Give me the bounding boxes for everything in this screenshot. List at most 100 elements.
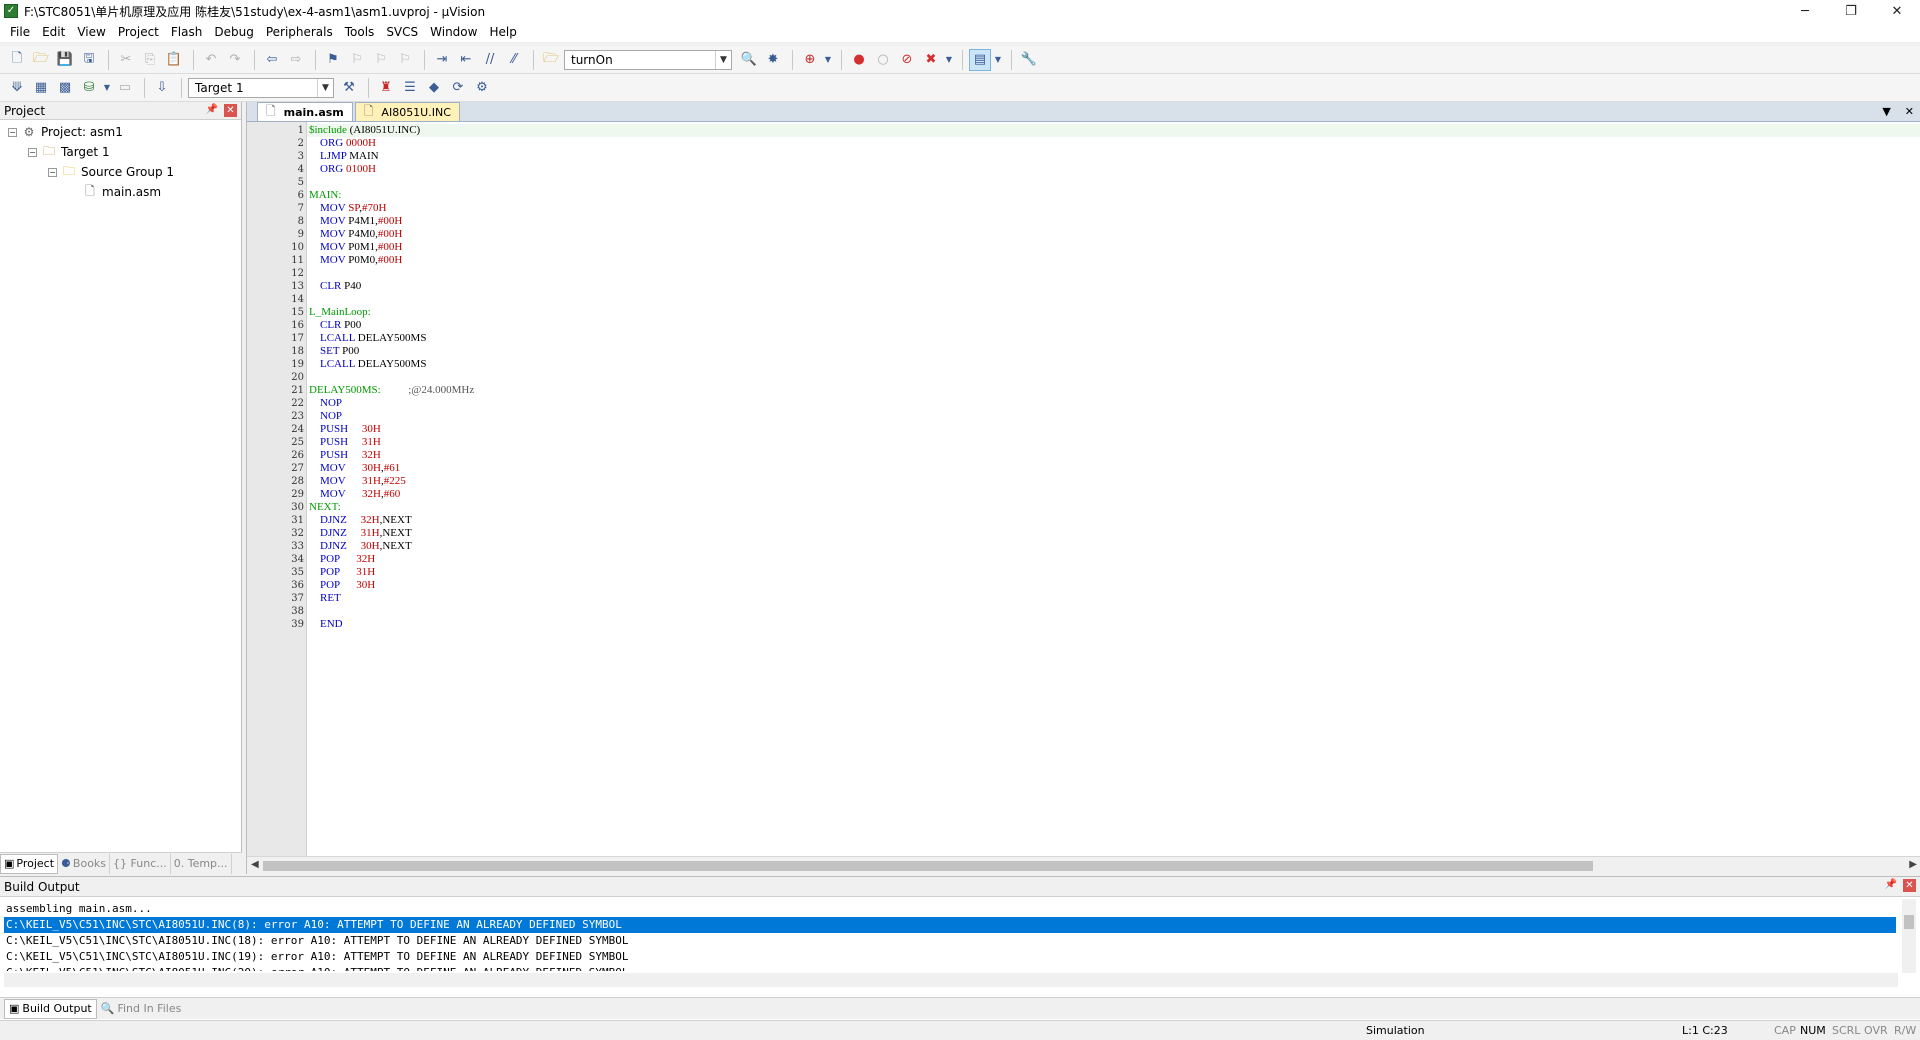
breakpoint-kill-all-icon[interactable]: ✖ <box>920 49 942 71</box>
find-in-files-icon[interactable]: 🔍 <box>738 49 760 71</box>
download-icon[interactable]: ⇩ <box>151 77 173 99</box>
pin-icon[interactable]: 📌 <box>206 104 218 117</box>
pin-icon[interactable]: 📌 <box>1885 879 1897 892</box>
copy-icon[interactable]: ⎘ <box>139 49 161 71</box>
code-line[interactable]: CLR P00 <box>307 319 1920 332</box>
tab-functions[interactable]: {} Func... <box>110 853 171 874</box>
save-icon[interactable]: 💾 <box>54 49 76 71</box>
code-line[interactable]: MOV P4M1,#00H <box>307 215 1920 228</box>
scrollbar-thumb[interactable] <box>263 861 1593 871</box>
code-line[interactable]: CLR P40 <box>307 280 1920 293</box>
find-combo[interactable]: turnOn ▼ <box>564 49 732 70</box>
code-line[interactable]: POP 32H <box>307 553 1920 566</box>
bookmark-clear-icon[interactable]: ⚐ <box>394 49 416 71</box>
code-line[interactable]: MAIN: <box>307 189 1920 202</box>
tree-node-target[interactable]: − 🗀 Target 1 <box>0 142 241 162</box>
menu-file[interactable]: File <box>4 25 36 39</box>
build-output-line[interactable]: C:\KEIL_V5\C51\INC\STC\AI8051U.INC(18): … <box>4 933 1896 949</box>
new-file-icon[interactable]: 🗋 <box>6 49 28 71</box>
build-output-line[interactable]: C:\KEIL_V5\C51\INC\STC\AI8051U.INC(8): e… <box>4 917 1896 933</box>
menu-edit[interactable]: Edit <box>36 25 71 39</box>
comment-icon[interactable]: // <box>479 49 501 71</box>
bookmark-next-icon[interactable]: ⚐ <box>370 49 392 71</box>
rebuild-icon[interactable]: ▩ <box>54 77 76 99</box>
save-all-icon[interactable]: 🖫 <box>78 49 100 71</box>
paste-icon[interactable]: 📋 <box>163 49 185 71</box>
code-line[interactable]: NOP <box>307 397 1920 410</box>
close-editor-icon[interactable]: ✕ <box>1905 105 1914 118</box>
indent-icon[interactable]: ⇥ <box>431 49 453 71</box>
code-line[interactable]: LJMP MAIN <box>307 150 1920 163</box>
unindent-icon[interactable]: ⇤ <box>455 49 477 71</box>
chevron-down-icon[interactable]: ▼ <box>317 78 333 97</box>
scrollbar-thumb[interactable] <box>1904 915 1914 929</box>
tab-templates[interactable]: 0. Temp... <box>171 853 232 874</box>
build-output-vertical-scrollbar[interactable] <box>1902 899 1916 973</box>
editor-horizontal-scrollbar[interactable]: ◀ ▶ <box>247 856 1920 874</box>
code-line[interactable] <box>307 605 1920 618</box>
stop-build-icon[interactable]: ▭ <box>114 77 136 99</box>
tab-build-output[interactable]: ▣ Build Output <box>4 998 97 1019</box>
minimize-button[interactable]: ─ <box>1782 0 1828 22</box>
code-line[interactable]: MOV P4M0,#00H <box>307 228 1920 241</box>
close-icon[interactable]: ✕ <box>1903 879 1916 892</box>
menu-debug[interactable]: Debug <box>208 25 259 39</box>
tab-main-asm[interactable]: 🗋 main.asm <box>257 102 353 121</box>
menu-project[interactable]: Project <box>112 25 165 39</box>
tab-list-dropdown-icon[interactable]: ▼ <box>1882 105 1890 118</box>
build-output-line[interactable]: C:\KEIL_V5\C51\INC\STC\AI8051U.INC(20): … <box>4 965 1896 971</box>
code-line[interactable]: MOV SP,#70H <box>307 202 1920 215</box>
code-line[interactable]: END <box>307 618 1920 631</box>
breakpoint-disable-all-icon[interactable]: ⊘ <box>896 49 918 71</box>
code-line[interactable]: POP 31H <box>307 566 1920 579</box>
code-line[interactable]: PUSH 32H <box>307 449 1920 462</box>
menu-view[interactable]: View <box>71 25 111 39</box>
code-line[interactable]: NEXT: <box>307 501 1920 514</box>
navigate-back-icon[interactable]: ⇦ <box>261 49 283 71</box>
code-line[interactable]: RET <box>307 592 1920 605</box>
configure-icon[interactable]: 🔧 <box>1018 49 1040 71</box>
code-line[interactable]: MOV P0M0,#00H <box>307 254 1920 267</box>
find-icon[interactable]: 🗁 <box>540 49 562 71</box>
code-line[interactable]: NOP <box>307 410 1920 423</box>
code-line[interactable] <box>307 371 1920 384</box>
code-line[interactable]: ORG 0100H <box>307 163 1920 176</box>
breakpoint-enable-icon[interactable]: ○ <box>872 49 894 71</box>
close-window-button[interactable]: ✕ <box>1874 0 1920 22</box>
chevron-down-icon[interactable]: ▼ <box>944 49 954 71</box>
code-line[interactable] <box>307 267 1920 280</box>
chevron-down-icon[interactable]: ▼ <box>102 77 112 99</box>
close-icon[interactable]: ✕ <box>224 104 237 117</box>
pack-installer-icon[interactable]: ⟳ <box>447 77 469 99</box>
scroll-left-icon[interactable]: ◀ <box>251 859 259 870</box>
menu-tools[interactable]: Tools <box>339 25 381 39</box>
chevron-down-icon[interactable]: ▼ <box>823 49 833 71</box>
code-line[interactable]: MOV 30H,#61 <box>307 462 1920 475</box>
restore-button[interactable]: ❐ <box>1828 0 1874 22</box>
code-line[interactable]: DJNZ 30H,NEXT <box>307 540 1920 553</box>
menu-svcs[interactable]: SVCS <box>380 25 424 39</box>
uncomment-icon[interactable]: ⁄⁄ <box>503 49 525 71</box>
chevron-down-icon[interactable]: ▼ <box>715 50 731 69</box>
tab-ai8051u-inc[interactable]: 🗋 AI8051U.INC <box>354 102 460 121</box>
batch-build-icon[interactable]: ⛁ <box>78 77 100 99</box>
code-line[interactable]: LCALL DELAY500MS <box>307 358 1920 371</box>
code-line[interactable]: MOV 32H,#60 <box>307 488 1920 501</box>
code-line[interactable]: ORG 0000H <box>307 137 1920 150</box>
code-line[interactable]: DJNZ 31H,NEXT <box>307 527 1920 540</box>
tree-node-group[interactable]: − 🗀 Source Group 1 <box>0 162 241 182</box>
debug-session-icon[interactable]: ⊕ <box>799 49 821 71</box>
chevron-down-icon[interactable]: ▼ <box>993 49 1003 71</box>
code-text[interactable]: $include (AI8051U.INC) ORG 0000H LJMP MA… <box>307 122 1920 856</box>
code-line[interactable]: DELAY500MS: ;@24.000MHz <box>307 384 1920 397</box>
redo-icon[interactable]: ↷ <box>224 49 246 71</box>
target-options-icon[interactable]: ⚒ <box>338 77 360 99</box>
target-combo[interactable]: Target 1 ▼ <box>188 77 334 98</box>
code-line[interactable]: PUSH 31H <box>307 436 1920 449</box>
tab-find-in-files[interactable]: 🔍 Find In Files <box>97 999 186 1019</box>
incremental-find-icon[interactable]: ✸ <box>762 49 784 71</box>
collapse-icon[interactable]: − <box>8 127 17 137</box>
code-line[interactable]: $include (AI8051U.INC) <box>307 124 1920 137</box>
code-editor[interactable]: 1 2 3 4 5 6 7 8 9 10 11 12 13 14 15 16 17 18 19 20 21 22 23 24 2… <box>247 122 1920 856</box>
code-line[interactable] <box>307 176 1920 189</box>
